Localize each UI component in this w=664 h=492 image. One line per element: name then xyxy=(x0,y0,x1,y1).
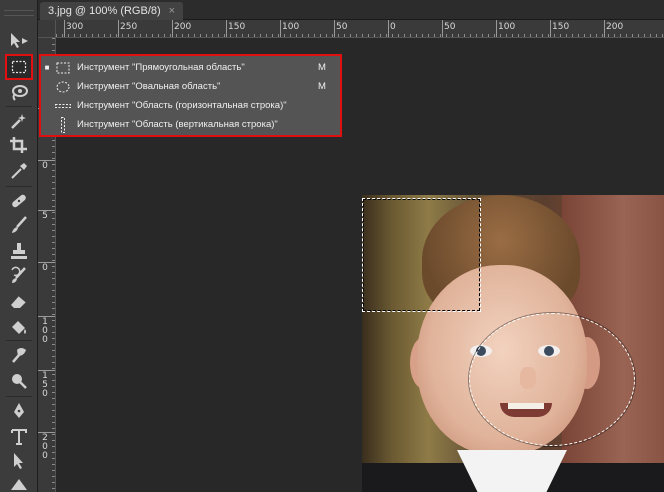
flyout-item-rectangular-marquee[interactable]: ■ Инструмент "Прямоугольная область" M xyxy=(41,58,340,77)
ruler-major-tick xyxy=(604,20,605,37)
single-row-marquee-icon xyxy=(53,98,73,114)
flyout-item-label: Инструмент "Прямоугольная область" xyxy=(77,62,245,73)
close-icon[interactable]: × xyxy=(169,2,175,20)
ruler-tick-label: 100 xyxy=(282,22,300,32)
rectangular-marquee-icon xyxy=(53,60,73,76)
clone-stamp-icon[interactable] xyxy=(8,240,30,262)
ruler-tick-label: 2 0 0 xyxy=(42,433,48,461)
eyedropper-icon[interactable] xyxy=(8,160,30,182)
ruler-tick-label: 0 xyxy=(42,263,48,273)
ruler-tick-label: 200 xyxy=(174,22,192,32)
panel-grip[interactable] xyxy=(4,10,34,16)
dodge-icon[interactable] xyxy=(8,370,30,392)
ruler-tick-label: 1 0 0 xyxy=(42,317,48,345)
document-tab-bar: 3.jpg @ 100% (RGB/8) × xyxy=(38,0,664,20)
ruler-major-tick xyxy=(118,20,119,37)
move-icon[interactable] xyxy=(8,30,30,52)
paint-bucket-icon[interactable] xyxy=(8,316,30,338)
flyout-item-shortcut: M xyxy=(318,62,326,73)
elliptical-marquee-icon xyxy=(53,79,73,95)
marquee-tools-flyout: ■ Инструмент "Прямоугольная область" M И… xyxy=(39,54,342,137)
tools-panel xyxy=(0,0,38,492)
eraser-icon[interactable] xyxy=(8,290,30,312)
horizontal-ruler[interactable]: 300 250 200 150 100 50 0 50 100 150 200 xyxy=(56,20,664,38)
ruler-major-tick xyxy=(442,20,443,37)
ruler-major-tick xyxy=(64,20,65,37)
flyout-item-shortcut: M xyxy=(318,81,326,92)
ruler-major-tick xyxy=(550,20,551,37)
rectangular-selection xyxy=(362,198,481,312)
document-tab-title: 3.jpg @ 100% (RGB/8) xyxy=(48,5,161,17)
path-selection-icon[interactable] xyxy=(8,450,30,472)
healing-brush-icon[interactable] xyxy=(8,190,30,212)
ruler-major-tick xyxy=(280,20,281,37)
lasso-icon[interactable] xyxy=(8,82,30,104)
elliptical-selection xyxy=(469,313,635,446)
ruler-tick-label: 1 5 0 xyxy=(42,371,48,399)
flyout-item-label: Инструмент "Овальная область" xyxy=(77,81,221,92)
ruler-major-tick xyxy=(172,20,173,37)
flyout-item-single-row-marquee[interactable]: Инструмент "Область (горизонтальная стро… xyxy=(41,96,340,115)
ruler-origin[interactable] xyxy=(38,20,56,38)
ruler-tick-label: 150 xyxy=(228,22,246,32)
crop-icon[interactable] xyxy=(8,134,30,156)
ruler-tick-label: 150 xyxy=(552,22,570,32)
ruler-tick-label: 50 xyxy=(336,22,348,32)
flyout-item-label: Инструмент "Область (вертикальная строка… xyxy=(77,119,278,130)
ruler-tick-label: 5 xyxy=(42,211,48,221)
ruler-major-tick xyxy=(226,20,227,37)
ruler-tick-label: 100 xyxy=(498,22,516,32)
flyout-item-single-column-marquee[interactable]: Инструмент "Область (вертикальная строка… xyxy=(41,115,340,134)
history-brush-icon[interactable] xyxy=(8,264,30,286)
ruler-tick-label: 250 xyxy=(120,22,138,32)
flyout-item-label: Инструмент "Область (горизонтальная стро… xyxy=(77,100,287,111)
active-bullet: ■ xyxy=(44,63,50,72)
ruler-major-tick xyxy=(496,20,497,37)
ruler-tick-label: 0 xyxy=(42,161,48,171)
ruler-tick-label: 0 xyxy=(390,22,396,32)
type-icon[interactable] xyxy=(8,426,30,448)
single-column-marquee-icon xyxy=(53,116,73,133)
ruler-tick-label: 200 xyxy=(606,22,624,32)
ruler-tick-label: 50 xyxy=(444,22,456,32)
magic-wand-icon[interactable] xyxy=(8,110,30,132)
shape-icon[interactable] xyxy=(8,474,30,492)
flyout-item-elliptical-marquee[interactable]: Инструмент "Овальная область" M xyxy=(41,77,340,96)
ruler-major-tick xyxy=(334,20,335,37)
ruler-tick-label: 300 xyxy=(66,22,84,32)
rectangular-marquee-icon[interactable] xyxy=(5,54,33,80)
brush-icon[interactable] xyxy=(8,214,30,236)
document-tab[interactable]: 3.jpg @ 100% (RGB/8) × xyxy=(40,2,184,20)
pen-icon[interactable] xyxy=(8,400,30,422)
smudge-icon[interactable] xyxy=(8,344,30,366)
ruler-major-tick xyxy=(388,20,389,37)
